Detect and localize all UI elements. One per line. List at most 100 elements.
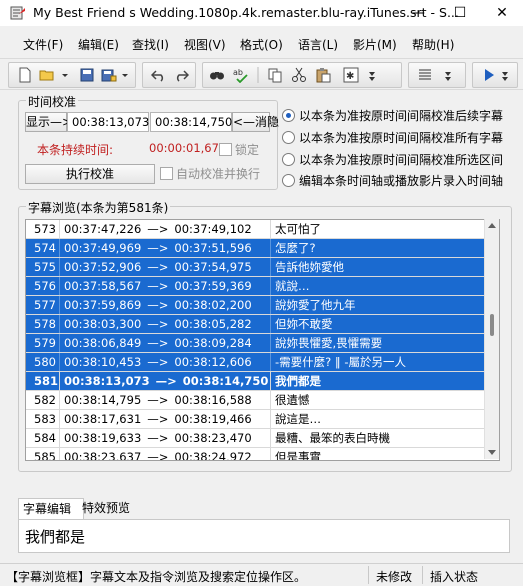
auto-calibrate-label: 自动校准并换行 — [176, 167, 261, 181]
menu-file[interactable]: 文件(F) — [23, 36, 63, 53]
row-start-time: 00:38:19,633 — [64, 431, 142, 445]
radio-button[interactable] — [282, 109, 295, 122]
paste-icon[interactable] — [315, 67, 331, 83]
row-subtitle-text: 但妳不敢愛 — [275, 317, 333, 331]
dropdown-arrow-icon[interactable] — [121, 67, 129, 83]
row-number: 580 — [26, 353, 60, 371]
row-end-time: 00:38:02,200 — [174, 298, 252, 312]
menu-edit[interactable]: 编辑(E) — [78, 36, 119, 53]
undo-icon[interactable] — [151, 67, 167, 83]
more-arrow-icon[interactable] — [501, 67, 511, 83]
toolbar-group-file — [8, 62, 136, 88]
row-arrow: —> — [147, 241, 169, 255]
end-time-field[interactable]: 00:38:14,750 — [150, 112, 232, 132]
radio-button[interactable] — [282, 174, 295, 187]
row-end-time: 00:38:16,588 — [174, 393, 252, 407]
radio-button[interactable] — [282, 131, 295, 144]
list-icon[interactable] — [417, 67, 433, 83]
row-subtitle-text: 說妳畏懼愛,畏懼需要 — [275, 336, 383, 350]
play-icon[interactable] — [481, 67, 497, 83]
copy-icon[interactable] — [267, 67, 283, 83]
row-timecode: 00:37:52,906 —> 00:37:54,975 — [60, 258, 271, 276]
row-arrow: —> — [147, 260, 169, 274]
special-char-icon[interactable]: ✱ — [343, 67, 359, 83]
table-row[interactable]: 580 00:38:10,453 —> 00:38:12,606 -需要什麼? ‖ -屬… — [26, 353, 499, 372]
spell-check-icon[interactable]: ab — [233, 67, 249, 83]
row-subtitle-text: 說這是… — [275, 412, 321, 426]
row-arrow: —> — [147, 298, 169, 312]
dropdown-arrow-icon[interactable] — [61, 67, 69, 83]
row-subtitle-text: 太可怕了 — [275, 222, 321, 236]
time-calibration-title: 时间校准 — [26, 93, 79, 110]
cut-icon[interactable] — [291, 67, 307, 83]
more-arrow-icon[interactable] — [443, 67, 457, 83]
hide-button[interactable]: <—消隐 — [232, 112, 279, 132]
status-separator — [368, 566, 369, 584]
row-timecode: 00:38:14,795 —> 00:38:16,588 — [60, 391, 271, 409]
find-icon[interactable] — [209, 67, 225, 83]
show-time-button[interactable]: 显示—> — [25, 112, 72, 132]
row-subtitle-text: 很遺憾 — [275, 393, 310, 407]
radio-label: 编辑本条时间轴或播放影片录入时间轴 — [299, 174, 504, 188]
row-number: 576 — [26, 277, 60, 295]
table-row[interactable]: 579 00:38:06,849 —> 00:38:09,284 說妳畏懼愛,畏懼需要 — [26, 334, 499, 353]
row-start-time: 00:38:17,631 — [64, 412, 142, 426]
row-arrow: —> — [147, 393, 169, 407]
subtitle-table[interactable]: 573 00:37:47,226 —> 00:37:49,102 太可怕了 574 00:3… — [25, 219, 500, 461]
table-row[interactable]: 577 00:37:59,869 —> 00:38:02,200 說妳愛了他九年 — [26, 296, 499, 315]
start-time-field[interactable]: 00:38:13,073 — [67, 112, 149, 132]
table-row[interactable]: 582 00:38:14,795 —> 00:38:16,588 很遺憾 — [26, 391, 499, 410]
radio-button[interactable] — [282, 153, 295, 166]
table-row[interactable]: 575 00:37:52,906 —> 00:37:54,975 告訴他妳愛他 — [26, 258, 499, 277]
table-row[interactable]: 576 00:37:58,567 —> 00:37:59,369 就說… — [26, 277, 499, 296]
menu-format[interactable]: 格式(O) — [240, 36, 283, 53]
app-icon — [10, 5, 26, 21]
row-subtitle-text: 我們都是 — [275, 374, 321, 388]
table-row[interactable]: 585 00:38:23,637 —> 00:38:24,972 但是事實 — [26, 448, 499, 460]
menu-language[interactable]: 语言(L) — [298, 36, 338, 53]
row-timecode: 00:38:10,453 —> 00:38:12,606 — [60, 353, 271, 371]
menu-find[interactable]: 查找(I) — [132, 36, 169, 53]
tab-subtitle-edit[interactable]: 字幕编辑 — [18, 498, 84, 519]
toolbar-group-edit: ab ✱ — [202, 62, 402, 88]
toolbar-group-list — [408, 62, 466, 88]
auto-calibrate-checkbox[interactable] — [160, 167, 173, 180]
save-as-icon[interactable] — [101, 67, 117, 83]
title-bar[interactable]: My Best Friend s Wedding.1080p.4k.remast… — [0, 0, 523, 26]
table-row[interactable]: 583 00:38:17,631 —> 00:38:19,466 說這是… — [26, 410, 499, 429]
menu-view[interactable]: 视图(V) — [184, 36, 226, 53]
save-icon[interactable] — [79, 67, 95, 83]
row-timecode: 00:38:13,073 —> 00:38:14,750 — [60, 372, 271, 390]
row-arrow: —> — [147, 431, 169, 445]
row-arrow: —> — [147, 412, 169, 426]
row-timecode: 00:38:03,300 —> 00:38:05,282 — [60, 315, 271, 333]
execute-calibration-button[interactable]: 执行校准 — [25, 164, 155, 184]
table-row[interactable]: 574 00:37:49,969 —> 00:37:51,596 怎麼了? — [26, 239, 499, 258]
row-timecode: 00:37:49,969 —> 00:37:51,596 — [60, 239, 271, 257]
vertical-scrollbar[interactable] — [484, 219, 499, 459]
maximize-button[interactable]: ☐ — [439, 0, 481, 26]
redo-icon[interactable] — [173, 67, 189, 83]
menu-help[interactable]: 帮助(H) — [412, 36, 454, 53]
toolbar-group-undo — [142, 62, 196, 88]
lock-checkbox[interactable] — [219, 143, 232, 156]
row-subtitle-text: -需要什麼? ‖ -屬於另一人 — [275, 355, 406, 369]
table-row-current[interactable]: 581 00:38:13,073 —> 00:38:14,750 我們都是 — [26, 372, 499, 391]
status-bar: 【字幕浏览框】字幕文本及指令浏览及搜索定位操作区。 未修改 插入状态 — [0, 563, 523, 586]
row-start-time: 00:37:49,969 — [64, 241, 142, 255]
row-end-time: 00:38:09,284 — [174, 336, 252, 350]
row-subtitle-text: 說妳愛了他九年 — [275, 298, 356, 312]
table-row[interactable]: 584 00:38:19,633 —> 00:38:23,470 最糟、最笨的表白時機 — [26, 429, 499, 448]
open-folder-icon[interactable] — [39, 67, 55, 83]
subtitle-edit-input[interactable]: 我們都是 — [18, 519, 510, 553]
more-arrow-icon[interactable] — [367, 67, 381, 83]
row-end-time: 00:38:12,606 — [174, 355, 252, 369]
table-row[interactable]: 578 00:38:03,300 —> 00:38:05,282 但妳不敢愛 — [26, 315, 499, 334]
close-button[interactable]: ✕ — [481, 0, 523, 26]
lock-label: 锁定 — [235, 143, 260, 157]
menu-movie[interactable]: 影片(M) — [353, 36, 397, 53]
tab-effect-preview[interactable]: 特效预览 — [78, 498, 142, 518]
minimize-button[interactable]: — — [397, 0, 439, 26]
table-row[interactable]: 573 00:37:47,226 —> 00:37:49,102 太可怕了 — [26, 220, 499, 239]
new-file-icon[interactable] — [17, 67, 33, 83]
